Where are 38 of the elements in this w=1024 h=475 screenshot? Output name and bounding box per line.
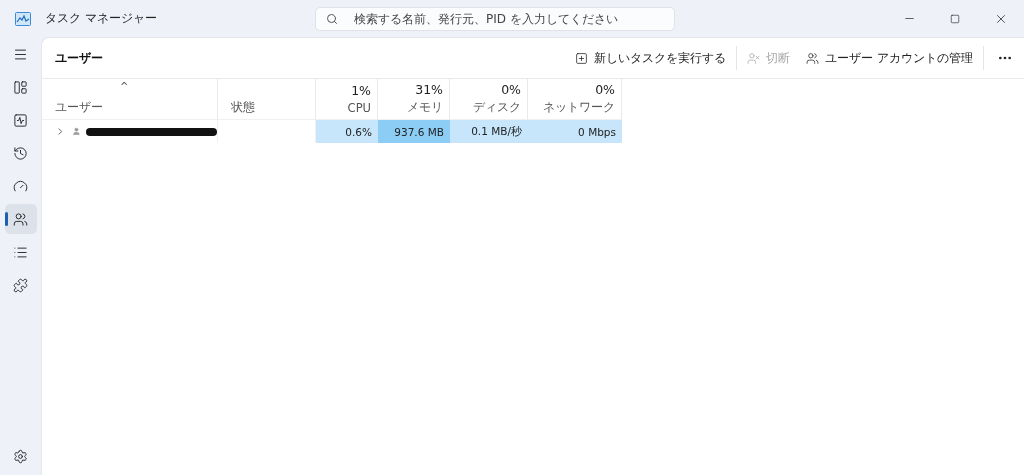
plus-window-icon: [575, 51, 589, 65]
toolbar-button[interactable]: ユーザー アカウントの管理: [798, 45, 981, 71]
users-icon: [806, 51, 820, 65]
column-percent: 1%: [351, 83, 371, 98]
table-cell: 0 Mbps: [528, 120, 622, 143]
sort-caret[interactable]: ^: [120, 81, 129, 92]
table-cell: 0.1 MB/秒: [450, 120, 528, 143]
app-icon: [15, 11, 31, 26]
column-header[interactable]: ディスク: [473, 100, 521, 115]
menu-icon: [13, 46, 28, 62]
column-header[interactable]: 状態: [231, 100, 255, 115]
gauge-icon: [13, 178, 28, 194]
search-icon: [326, 12, 338, 25]
table-cell: 0.6%: [316, 120, 378, 143]
column-header[interactable]: CPU: [347, 101, 371, 115]
column-percent: 0%: [501, 82, 521, 97]
history-icon: [13, 145, 28, 161]
user-x-icon: [747, 51, 761, 65]
toolbar-button[interactable]: 新しいタスクを実行する: [567, 45, 735, 71]
user-icon: [71, 127, 81, 136]
column-header[interactable]: ネットワーク: [543, 100, 615, 115]
sidebar-item[interactable]: [4, 204, 37, 234]
column-percent: 31%: [415, 82, 443, 97]
activity-icon: [13, 112, 28, 128]
users-icon: [13, 211, 28, 227]
column-header[interactable]: ユーザー: [55, 100, 103, 115]
table-cell: 937.6 MB: [378, 120, 450, 143]
selection-indicator: [4, 212, 8, 226]
window-title: タスク マネージャー: [45, 10, 158, 27]
column-percent: 0%: [595, 82, 615, 97]
search-field[interactable]: 検索する名前、発行元、PID を入力してください: [315, 6, 675, 31]
list-icon: [13, 244, 28, 260]
settings-icon: [13, 448, 28, 464]
maximize-icon: [950, 13, 960, 24]
page-title: ユーザー: [55, 49, 103, 67]
puzzle-icon: [13, 277, 28, 293]
column-header[interactable]: メモリ: [407, 100, 443, 115]
panels-icon: [13, 79, 28, 95]
